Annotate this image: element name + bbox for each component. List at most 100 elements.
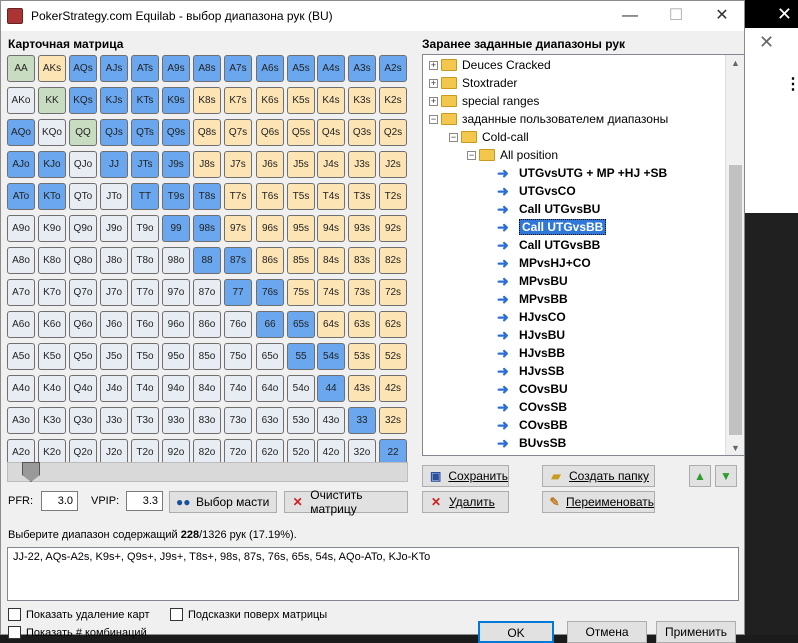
tree-range-item[interactable]: ➜ COvsSB (497, 398, 567, 416)
hand-cell-T5o[interactable]: T5o (131, 343, 159, 370)
hand-cell-AJs[interactable]: AJs (100, 55, 128, 82)
hand-cell-J7o[interactable]: J7o (100, 279, 128, 306)
hand-cell-J7s[interactable]: J7s (224, 151, 252, 178)
hand-cell-K4s[interactable]: K4s (317, 87, 345, 114)
close-icon[interactable]: ✕ (699, 1, 745, 31)
hand-cell-T3s[interactable]: T3s (348, 183, 376, 210)
hand-cell-88[interactable]: 88 (193, 247, 221, 274)
hand-cell-J5s[interactable]: J5s (287, 151, 315, 178)
apply-button[interactable]: Применить (656, 621, 736, 643)
hand-cell-75o[interactable]: 75o (224, 343, 252, 370)
hand-cell-82s[interactable]: 82s (379, 247, 407, 274)
hand-cell-73s[interactable]: 73s (348, 279, 376, 306)
hand-cell-75s[interactable]: 75s (287, 279, 315, 306)
hand-cell-A3s[interactable]: A3s (348, 55, 376, 82)
hand-cell-KTs[interactable]: KTs (131, 87, 159, 114)
hand-cell-63o[interactable]: 63o (256, 407, 284, 434)
hand-cell-Q7s[interactable]: Q7s (224, 119, 252, 146)
hand-cell-T6o[interactable]: T6o (131, 311, 159, 338)
tree-folder[interactable]: − All position (467, 146, 558, 164)
hand-cell-K3s[interactable]: K3s (348, 87, 376, 114)
hand-cell-J4s[interactable]: J4s (317, 151, 345, 178)
hand-cell-Q6s[interactable]: Q6s (256, 119, 284, 146)
hand-cell-A3o[interactable]: A3o (7, 407, 35, 434)
hand-cell-T3o[interactable]: T3o (131, 407, 159, 434)
hand-cell-Q8o[interactable]: Q8o (69, 247, 97, 274)
hand-cell-53o[interactable]: 53o (287, 407, 315, 434)
hand-cell-K6s[interactable]: K6s (256, 87, 284, 114)
hand-cell-J3o[interactable]: J3o (100, 407, 128, 434)
hand-cell-63s[interactable]: 63s (348, 311, 376, 338)
hand-cell-Q8s[interactable]: Q8s (193, 119, 221, 146)
hand-cell-A4s[interactable]: A4s (317, 55, 345, 82)
tree-scrollbar[interactable]: ▲ ▼ (725, 55, 744, 455)
hand-cell-97s[interactable]: 97s (224, 215, 252, 242)
hand-cell-KJs[interactable]: KJs (100, 87, 128, 114)
rename-button[interactable]: ✎ Переименовать (542, 491, 655, 513)
hand-cell-A2s[interactable]: A2s (379, 55, 407, 82)
hand-cell-T4s[interactable]: T4s (317, 183, 345, 210)
range-slider[interactable] (7, 462, 408, 482)
hand-cell-74s[interactable]: 74s (317, 279, 345, 306)
hand-cell-J9o[interactable]: J9o (100, 215, 128, 242)
hand-cell-T9o[interactable]: T9o (131, 215, 159, 242)
scroll-down-icon[interactable]: ▼ (731, 443, 740, 453)
suit-select-button[interactable]: ●● Выбор масти (169, 491, 277, 513)
show-combos-checkbox[interactable]: Показать # комбинаций (8, 626, 147, 639)
hand-cell-54s[interactable]: 54s (317, 343, 345, 370)
hand-cell-44[interactable]: 44 (317, 375, 345, 402)
hand-cell-J3s[interactable]: J3s (348, 151, 376, 178)
hand-cell-T8o[interactable]: T8o (131, 247, 159, 274)
hand-cell-98o[interactable]: 98o (162, 247, 190, 274)
hand-cell-AKs[interactable]: AKs (38, 55, 66, 82)
tree-range-item[interactable]: ➜ Call UTGvsBU (497, 200, 600, 218)
tree-folder[interactable]: + special ranges (429, 92, 539, 110)
tree-range-item[interactable]: ➜ HJvsSB (497, 362, 564, 380)
hand-cell-92s[interactable]: 92s (379, 215, 407, 242)
clear-matrix-button[interactable]: ✕ Очистить матрицу (284, 488, 408, 516)
tree-range-item[interactable]: ➜ Call UTGvsBB (497, 236, 600, 254)
hand-cell-84o[interactable]: 84o (193, 375, 221, 402)
slider-knob[interactable] (22, 462, 40, 482)
hand-cell-A4o[interactable]: A4o (7, 375, 35, 402)
hand-cell-Q9o[interactable]: Q9o (69, 215, 97, 242)
expand-icon[interactable]: + (429, 78, 438, 88)
show-card-removal-checkbox[interactable]: Показать удаление карт (8, 608, 150, 621)
hand-cell-K9o[interactable]: K9o (38, 215, 66, 242)
hand-cell-QTo[interactable]: QTo (69, 183, 97, 210)
hand-cell-K7s[interactable]: K7s (224, 87, 252, 114)
hand-cell-Q9s[interactable]: Q9s (162, 119, 190, 146)
tree-range-item[interactable]: ➜ Call UTGvsBB (497, 218, 607, 236)
hand-cell-A7s[interactable]: A7s (224, 55, 252, 82)
hand-cell-KTo[interactable]: KTo (38, 183, 66, 210)
hand-cell-84s[interactable]: 84s (317, 247, 345, 274)
hand-cell-T6s[interactable]: T6s (256, 183, 284, 210)
hand-cell-86s[interactable]: 86s (256, 247, 284, 274)
hand-cell-KJo[interactable]: KJo (38, 151, 66, 178)
matrix-hints-checkbox[interactable]: Подсказки поверх матрицы (170, 608, 327, 621)
hand-cell-J6s[interactable]: J6s (256, 151, 284, 178)
hand-cell-T9s[interactable]: T9s (162, 183, 190, 210)
tree-folder[interactable]: + Stoxtrader (429, 74, 517, 92)
tree-folder[interactable]: − заданные пользователем диапазоны (429, 110, 668, 128)
hand-cell-J9s[interactable]: J9s (162, 151, 190, 178)
hand-cell-K3o[interactable]: K3o (38, 407, 66, 434)
hand-cell-A5s[interactable]: A5s (287, 55, 315, 82)
hand-cell-87o[interactable]: 87o (193, 279, 221, 306)
expand-icon[interactable]: + (429, 60, 438, 70)
pfr-input[interactable]: 3.0 (41, 491, 78, 511)
hand-cell-ATo[interactable]: ATo (7, 183, 35, 210)
hand-cell-Q3o[interactable]: Q3o (69, 407, 97, 434)
tree-range-item[interactable]: ➜ MPvsBB (497, 290, 568, 308)
tree-folder[interactable]: − Cold-call (449, 128, 529, 146)
hand-cell-K8o[interactable]: K8o (38, 247, 66, 274)
tree-range-item[interactable]: ➜ MPvsBU (497, 272, 568, 290)
hand-cell-QJo[interactable]: QJo (69, 151, 97, 178)
hand-cell-A9o[interactable]: A9o (7, 215, 35, 242)
hand-cell-K4o[interactable]: K4o (38, 375, 66, 402)
hand-cell-QTs[interactable]: QTs (131, 119, 159, 146)
hand-cell-K2s[interactable]: K2s (379, 87, 407, 114)
hand-cell-AQo[interactable]: AQo (7, 119, 35, 146)
hand-cell-ATs[interactable]: ATs (131, 55, 159, 82)
hand-cell-66[interactable]: 66 (256, 311, 284, 338)
